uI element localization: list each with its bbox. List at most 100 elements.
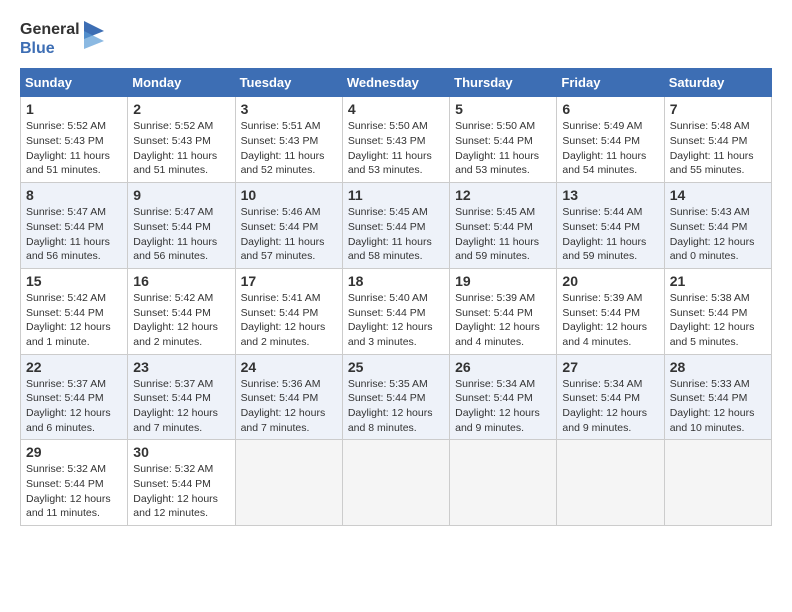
day-info: Sunrise: 5:35 AMSunset: 5:44 PMDaylight:… (348, 377, 444, 436)
day-info: Sunrise: 5:41 AMSunset: 5:44 PMDaylight:… (241, 291, 337, 350)
day-number: 12 (455, 187, 551, 203)
day-number: 26 (455, 359, 551, 375)
calendar-day-cell: 25 Sunrise: 5:35 AMSunset: 5:44 PMDayligh… (342, 354, 449, 440)
calendar-day-cell: 28 Sunrise: 5:33 AMSunset: 5:44 PMDayligh… (664, 354, 771, 440)
calendar-day-cell: 9 Sunrise: 5:47 AMSunset: 5:44 PMDaylight… (128, 183, 235, 269)
day-info: Sunrise: 5:37 AMSunset: 5:44 PMDaylight:… (26, 377, 122, 436)
day-info: Sunrise: 5:38 AMSunset: 5:44 PMDaylight:… (670, 291, 766, 350)
logo-text: General Blue (20, 20, 80, 58)
day-number: 3 (241, 101, 337, 117)
weekday-header: Tuesday (235, 69, 342, 97)
day-info: Sunrise: 5:50 AMSunset: 5:44 PMDaylight:… (455, 119, 551, 178)
day-info: Sunrise: 5:50 AMSunset: 5:43 PMDaylight:… (348, 119, 444, 178)
day-info: Sunrise: 5:32 AMSunset: 5:44 PMDaylight:… (133, 462, 229, 521)
weekday-header: Wednesday (342, 69, 449, 97)
day-number: 5 (455, 101, 551, 117)
calendar-day-cell: 4 Sunrise: 5:50 AMSunset: 5:43 PMDaylight… (342, 97, 449, 183)
logo-graphic: General Blue (20, 20, 104, 58)
day-info: Sunrise: 5:48 AMSunset: 5:44 PMDaylight:… (670, 119, 766, 178)
day-info: Sunrise: 5:49 AMSunset: 5:44 PMDaylight:… (562, 119, 658, 178)
weekday-header: Thursday (450, 69, 557, 97)
calendar-week-row: 15Sunrise: 5:42 AMSunset: 5:44 PMDayligh… (21, 268, 772, 354)
day-info: Sunrise: 5:45 AMSunset: 5:44 PMDaylight:… (455, 205, 551, 264)
day-number: 22 (26, 359, 122, 375)
calendar-day-cell: 30 Sunrise: 5:32 AMSunset: 5:44 PMDayligh… (128, 440, 235, 526)
day-info: Sunrise: 5:34 AMSunset: 5:44 PMDaylight:… (562, 377, 658, 436)
weekday-header-row: SundayMondayTuesdayWednesdayThursdayFrid… (21, 69, 772, 97)
day-info: Sunrise: 5:51 AMSunset: 5:43 PMDaylight:… (241, 119, 337, 178)
day-info: Sunrise: 5:40 AMSunset: 5:44 PMDaylight:… (348, 291, 444, 350)
day-info: Sunrise: 5:37 AMSunset: 5:44 PMDaylight:… (133, 377, 229, 436)
logo: General Blue (20, 20, 104, 58)
weekday-header: Sunday (21, 69, 128, 97)
day-info: Sunrise: 5:43 AMSunset: 5:44 PMDaylight:… (670, 205, 766, 264)
page-header: General Blue (20, 20, 772, 58)
day-number: 8 (26, 187, 122, 203)
calendar-day-cell: 1Sunrise: 5:52 AMSunset: 5:43 PMDaylight… (21, 97, 128, 183)
day-info: Sunrise: 5:36 AMSunset: 5:44 PMDaylight:… (241, 377, 337, 436)
day-info: Sunrise: 5:47 AMSunset: 5:44 PMDaylight:… (26, 205, 122, 264)
day-number: 9 (133, 187, 229, 203)
day-number: 4 (348, 101, 444, 117)
calendar-day-cell: 29Sunrise: 5:32 AMSunset: 5:44 PMDayligh… (21, 440, 128, 526)
day-number: 13 (562, 187, 658, 203)
day-info: Sunrise: 5:45 AMSunset: 5:44 PMDaylight:… (348, 205, 444, 264)
calendar-week-row: 22 Sunrise: 5:37 AMSunset: 5:44 PMDayligh… (21, 354, 772, 440)
day-number: 21 (670, 273, 766, 289)
day-number: 7 (670, 101, 766, 117)
day-number: 2 (133, 101, 229, 117)
day-info: Sunrise: 5:52 AMSunset: 5:43 PMDaylight:… (133, 119, 229, 178)
day-number: 14 (670, 187, 766, 203)
calendar-day-cell: 24 Sunrise: 5:36 AMSunset: 5:44 PMDayligh… (235, 354, 342, 440)
calendar-day-cell: 2 Sunrise: 5:52 AMSunset: 5:43 PMDaylight… (128, 97, 235, 183)
day-number: 25 (348, 359, 444, 375)
weekday-header: Monday (128, 69, 235, 97)
calendar-day-cell: 22 Sunrise: 5:37 AMSunset: 5:44 PMDayligh… (21, 354, 128, 440)
weekday-header: Saturday (664, 69, 771, 97)
day-number: 18 (348, 273, 444, 289)
calendar-day-cell (664, 440, 771, 526)
calendar-day-cell: 10 Sunrise: 5:46 AMSunset: 5:44 PMDayligh… (235, 183, 342, 269)
day-info: Sunrise: 5:44 AMSunset: 5:44 PMDaylight:… (562, 205, 658, 264)
day-number: 27 (562, 359, 658, 375)
calendar-day-cell: 20 Sunrise: 5:39 AMSunset: 5:44 PMDayligh… (557, 268, 664, 354)
day-number: 28 (670, 359, 766, 375)
calendar-week-row: 29 Sunrise: 5:32 AMSunset: 5:44 PMDayligh… (21, 440, 772, 526)
calendar-day-cell: 15Sunrise: 5:42 AMSunset: 5:44 PMDayligh… (21, 268, 128, 354)
day-info: Sunrise: 5:39 AMSunset: 5:44 PMDaylight:… (455, 291, 551, 350)
calendar-day-cell: 26 Sunrise: 5:34 AMSunset: 5:44 PMDayligh… (450, 354, 557, 440)
calendar-day-cell: 14 Sunrise: 5:43 AMSunset: 5:44 PMDayligh… (664, 183, 771, 269)
calendar-day-cell: 11 Sunrise: 5:45 AMSunset: 5:44 PMDayligh… (342, 183, 449, 269)
calendar-day-cell (557, 440, 664, 526)
day-number: 11 (348, 187, 444, 203)
day-info: Sunrise: 5:46 AMSunset: 5:44 PMDaylight:… (241, 205, 337, 264)
day-number: 30 (133, 444, 229, 460)
day-number: 17 (241, 273, 337, 289)
day-info: Sunrise: 5:34 AMSunset: 5:44 PMDaylight:… (455, 377, 551, 436)
day-number: 10 (241, 187, 337, 203)
calendar-day-cell: 21 Sunrise: 5:38 AMSunset: 5:44 PMDayligh… (664, 268, 771, 354)
day-info: Sunrise: 5:47 AMSunset: 5:44 PMDaylight:… (133, 205, 229, 264)
calendar-day-cell: 6 Sunrise: 5:49 AMSunset: 5:44 PMDaylight… (557, 97, 664, 183)
day-number: 6 (562, 101, 658, 117)
calendar-day-cell: 23Sunrise: 5:37 AMSunset: 5:44 PMDayligh… (128, 354, 235, 440)
calendar-day-cell: 13 Sunrise: 5:44 AMSunset: 5:44 PMDayligh… (557, 183, 664, 269)
calendar-day-cell (450, 440, 557, 526)
day-info: Sunrise: 5:39 AMSunset: 5:44 PMDaylight:… (562, 291, 658, 350)
day-number: 20 (562, 273, 658, 289)
calendar-day-cell: 17 Sunrise: 5:41 AMSunset: 5:44 PMDayligh… (235, 268, 342, 354)
calendar-day-cell: 8 Sunrise: 5:47 AMSunset: 5:44 PMDaylight… (21, 183, 128, 269)
day-info: Sunrise: 5:42 AMSunset: 5:44 PMDaylight:… (26, 291, 122, 350)
day-info: Sunrise: 5:33 AMSunset: 5:44 PMDaylight:… (670, 377, 766, 436)
day-number: 29 (26, 444, 122, 460)
calendar-day-cell: 3 Sunrise: 5:51 AMSunset: 5:43 PMDaylight… (235, 97, 342, 183)
calendar-day-cell: 16Sunrise: 5:42 AMSunset: 5:44 PMDayligh… (128, 268, 235, 354)
calendar-day-cell: 5 Sunrise: 5:50 AMSunset: 5:44 PMDaylight… (450, 97, 557, 183)
day-info: Sunrise: 5:42 AMSunset: 5:44 PMDaylight:… (133, 291, 229, 350)
calendar-day-cell: 19 Sunrise: 5:39 AMSunset: 5:44 PMDayligh… (450, 268, 557, 354)
day-number: 1 (26, 101, 122, 117)
day-number: 24 (241, 359, 337, 375)
day-number: 19 (455, 273, 551, 289)
weekday-header: Friday (557, 69, 664, 97)
calendar-day-cell: 12 Sunrise: 5:45 AMSunset: 5:44 PMDayligh… (450, 183, 557, 269)
